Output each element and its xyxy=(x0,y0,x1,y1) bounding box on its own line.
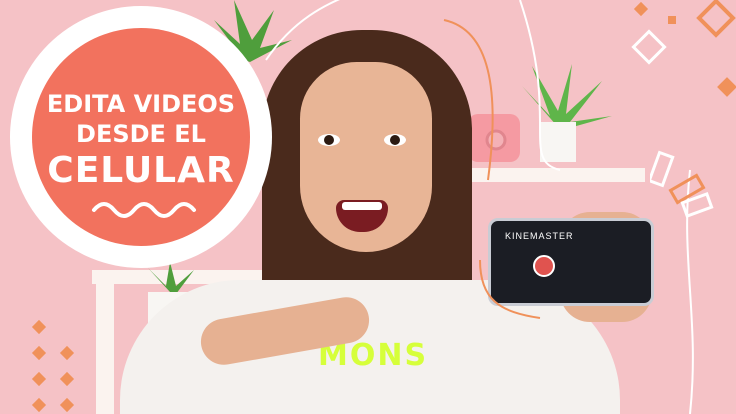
headline-line-2: DESDE EL xyxy=(76,120,206,148)
diamond-grid-bottom-left xyxy=(31,319,75,413)
diamond-decor-top-right xyxy=(631,0,736,97)
dash-decor-right xyxy=(650,150,714,218)
squiggle-underline xyxy=(92,202,196,218)
thumbnail-scene: MONS KINEMASTER EDITA VIDEOS DESDE EL CE… xyxy=(0,0,736,414)
headline-line-1: EDITA VIDEOS xyxy=(46,90,236,118)
headline-badge: EDITA VIDEOS DESDE EL CELULAR xyxy=(10,6,272,268)
headline-line-3: CELULAR xyxy=(47,150,235,191)
